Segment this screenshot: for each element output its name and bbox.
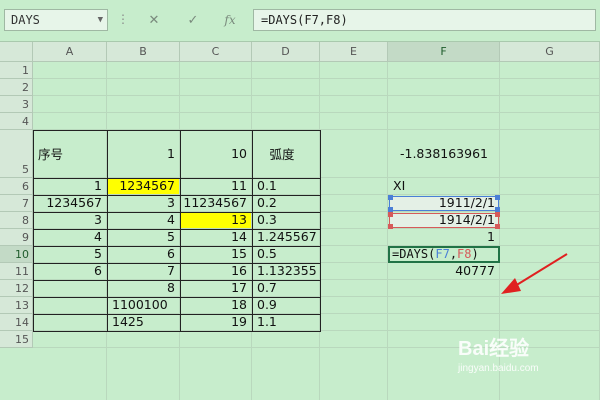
row-header-14[interactable]: 14 [0, 314, 33, 331]
column-header-g[interactable]: G [500, 42, 600, 62]
check-icon[interactable]: ✓ [182, 10, 204, 30]
row-header-4[interactable]: 4 [0, 113, 33, 130]
select-all-corner[interactable] [0, 42, 33, 62]
row-header-7[interactable]: 7 [0, 195, 33, 212]
row-header-5[interactable]: 5 [0, 130, 33, 178]
row-header-1[interactable]: 1 [0, 62, 33, 79]
column-header-c[interactable]: C [180, 42, 252, 62]
chevron-down-icon[interactable]: ▼ [98, 15, 103, 25]
column-header-f[interactable]: F [388, 42, 500, 62]
fx-icon[interactable]: fx [219, 10, 241, 30]
column-header-e[interactable]: E [320, 42, 388, 62]
row-header-13[interactable]: 13 [0, 297, 33, 314]
row-header-2[interactable]: 2 [0, 79, 33, 96]
watermark-brand: Bai经验 [458, 338, 530, 360]
row-header-6[interactable]: 6 [0, 178, 33, 195]
column-header-d[interactable]: D [252, 42, 320, 62]
baidu-watermark: Bai经验 jingyan.baidu.com [458, 332, 598, 398]
name-box[interactable]: DAYS ▼ [4, 9, 108, 31]
row-header-8[interactable]: 8 [0, 212, 33, 229]
row-header-11[interactable]: 11 [0, 263, 33, 280]
formula-text: =DAYS(F7,F8) [261, 13, 348, 27]
row-header-12[interactable]: 12 [0, 280, 33, 297]
row-header-9[interactable]: 9 [0, 229, 33, 246]
spreadsheet-grid: ABCDEFG 1 2 3 4 5 6 7 8 9 10 11 12 13 14 15 序号 1 10 弧度 -1.… [0, 42, 600, 400]
more-icon[interactable]: ⋮ [117, 12, 129, 26]
column-header-b[interactable]: B [107, 42, 180, 62]
close-icon[interactable]: ✕ [143, 10, 165, 30]
watermark-url: jingyan.baidu.com [458, 363, 539, 374]
formula-input[interactable]: =DAYS(F7,F8) [253, 9, 596, 31]
name-box-value: DAYS [11, 13, 40, 27]
row-header-15[interactable]: 15 [0, 331, 33, 348]
row-header-10[interactable]: 10 [0, 246, 33, 263]
column-header-a[interactable]: A [33, 42, 107, 62]
formula-bar: DAYS ▼ ⋮ ✕ ✓ fx =DAYS(F7,F8) [0, 0, 600, 42]
row-header-3[interactable]: 3 [0, 96, 33, 113]
